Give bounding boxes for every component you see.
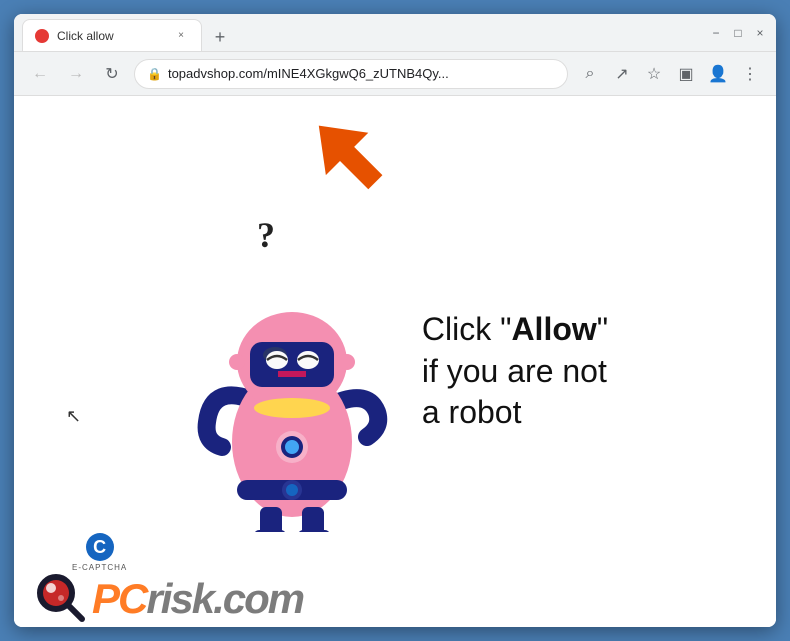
tab-favicon	[35, 29, 49, 43]
url-text: topadvshop.com/mINE4XGkgwQ6_zUTNB4Qy...	[168, 66, 555, 81]
reload-button[interactable]: ↻	[98, 60, 126, 88]
split-view-icon-button[interactable]: ▣	[672, 60, 700, 88]
main-content-row: ?	[182, 212, 608, 532]
title-bar: Click allow × + − □ ×	[14, 14, 776, 52]
active-tab[interactable]: Click allow ×	[22, 19, 202, 51]
menu-icon-button[interactable]: ⋮	[736, 60, 764, 88]
bookmark-icon-button[interactable]: ☆	[640, 60, 668, 88]
search-icon-button[interactable]: ⌕	[576, 60, 604, 88]
mouse-cursor: ↖	[66, 406, 81, 427]
tab-area: Click allow × +	[22, 14, 696, 51]
orange-arrow-container	[295, 116, 385, 211]
page-content: ?	[14, 96, 776, 627]
back-button[interactable]: ←	[26, 60, 54, 88]
allow-bold: Allow	[511, 311, 596, 347]
lock-icon: 🔒	[147, 67, 162, 81]
pcrisk-watermark: PC risk .com	[14, 547, 776, 627]
robot-svg: ?	[182, 212, 402, 532]
toolbar-icons: ⌕ ↗ ☆ ▣ 👤 ⋮	[576, 60, 764, 88]
tab-title: Click allow	[57, 29, 165, 43]
pcrisk-dotcom-text: .com	[213, 575, 303, 623]
pcrisk-risk-text: risk	[146, 575, 213, 623]
message-line3: a robot	[422, 394, 522, 430]
share-icon-button[interactable]: ↗	[608, 60, 636, 88]
message-line2: if you are not	[422, 353, 607, 389]
new-tab-button[interactable]: +	[206, 23, 234, 51]
maximize-button[interactable]: □	[730, 25, 746, 41]
tab-close-button[interactable]: ×	[173, 28, 189, 44]
captcha-message: Click "Allow" if you are not a robot	[422, 309, 608, 434]
svg-text:?: ?	[257, 215, 275, 255]
url-bar[interactable]: 🔒 topadvshop.com/mINE4XGkgwQ6_zUTNB4Qy..…	[134, 59, 568, 89]
robot-illustration: ?	[182, 212, 402, 532]
browser-window: Click allow × + − □ × ← → ↻ 🔒 topadvshop…	[14, 14, 776, 627]
forward-button[interactable]: →	[62, 60, 90, 88]
orange-arrow-icon	[295, 116, 385, 206]
window-controls: − □ ×	[708, 25, 768, 41]
message-line1: Click "Allow"	[422, 311, 608, 347]
close-button[interactable]: ×	[752, 25, 768, 41]
pcrisk-pc-text: PC	[92, 575, 146, 623]
pcrisk-search-icon	[34, 571, 86, 623]
minimize-button[interactable]: −	[708, 25, 724, 41]
address-bar: ← → ↻ 🔒 topadvshop.com/mINE4XGkgwQ6_zUTN…	[14, 52, 776, 96]
profile-icon-button[interactable]: 👤	[704, 60, 732, 88]
